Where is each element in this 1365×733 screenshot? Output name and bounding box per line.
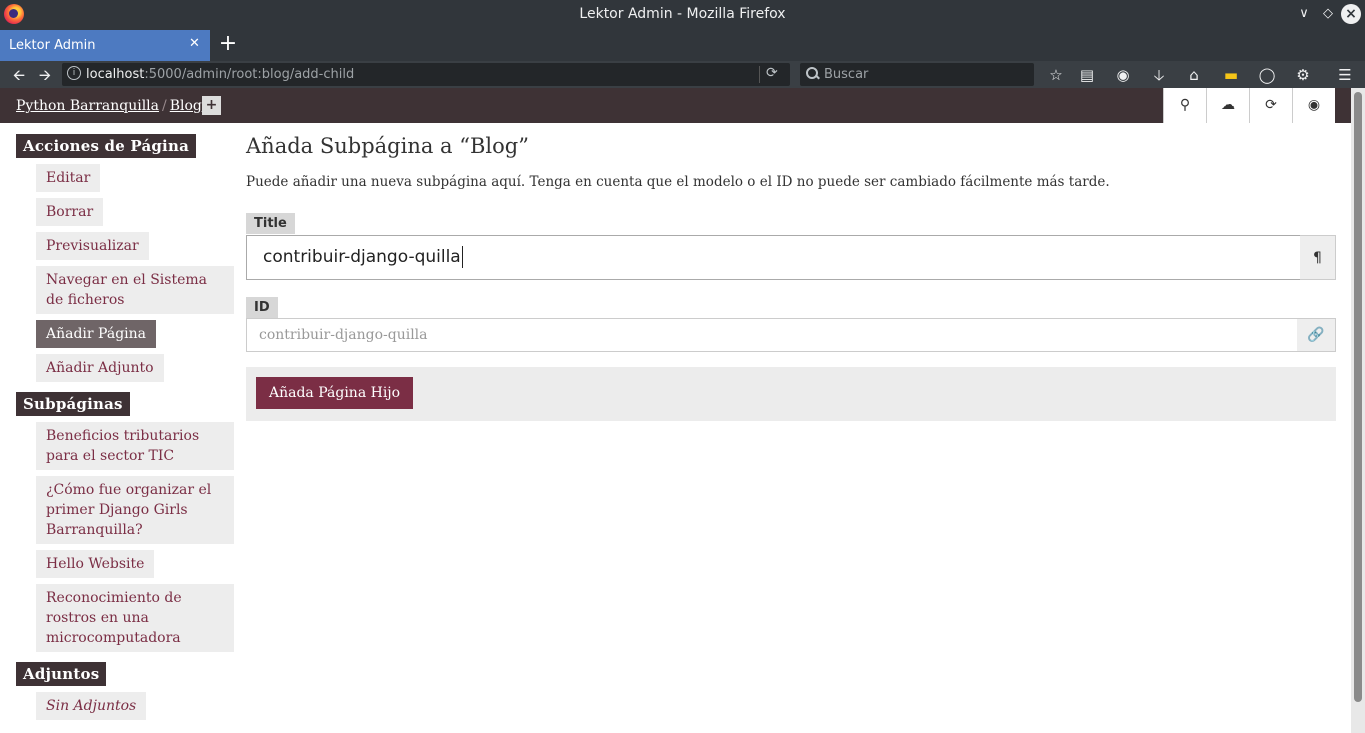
action-delete[interactable]: Borrar: [36, 198, 104, 226]
url-text[interactable]: localhost:5000/admin/root:blog/add-child: [86, 67, 354, 82]
action-browse-filesystem[interactable]: Navegar en el Sistema de ficheros: [36, 266, 234, 314]
attachments-heading: Adjuntos: [16, 662, 107, 686]
breadcrumb: Python Barranquilla / Blog: [16, 98, 202, 114]
action-add-attachment[interactable]: Añadir Adjunto: [36, 354, 164, 382]
preview-eye-icon[interactable]: ◉: [1292, 88, 1335, 123]
tab-label: Lektor Admin: [9, 38, 96, 53]
publish-cloud-icon[interactable]: ☁: [1206, 88, 1249, 123]
back-arrow-icon[interactable]: 🡨: [8, 64, 30, 86]
minimize-icon[interactable]: ∨: [1294, 4, 1314, 24]
action-edit[interactable]: Editar: [36, 164, 101, 192]
search-button[interactable]: ⚲: [1163, 88, 1206, 123]
pocket-icon[interactable]: ◉: [1112, 64, 1134, 86]
tab-lektor-admin[interactable]: Lektor Admin ✕: [0, 30, 210, 61]
download-arrow-icon[interactable]: 🡣: [1148, 64, 1170, 86]
help-text: Puede añadir una nueva subpágina aquí. T…: [246, 174, 1110, 190]
action-add-page[interactable]: Añadir Página: [36, 320, 156, 348]
link-icon[interactable]: 🔗: [1297, 318, 1336, 352]
globe-icon[interactable]: ◯: [1256, 64, 1278, 86]
scrollbar-thumb[interactable]: [1354, 92, 1362, 702]
list-item[interactable]: Beneficios tributarios para el sector TI…: [36, 422, 234, 470]
page-actions-heading: Acciones de Página: [16, 134, 196, 158]
window-titlebar: Lektor Admin - Mozilla Firefox ∨ ◇ ×: [0, 0, 1365, 29]
close-window-icon[interactable]: ×: [1341, 4, 1361, 24]
subpages-list: Beneficios tributarios para el sector TI…: [36, 422, 234, 652]
tools-icon[interactable]: ⚙: [1292, 64, 1314, 86]
search-input[interactable]: Buscar: [800, 63, 1034, 86]
tab-strip: Lektor Admin ✕ +: [0, 29, 1365, 61]
url-bar[interactable]: i localhost:5000/admin/root:blog/add-chi…: [62, 63, 790, 86]
maximize-icon[interactable]: ◇: [1318, 4, 1338, 24]
list-item[interactable]: Reconocimiento de rostros en una microco…: [36, 584, 234, 652]
page-actions-list: Editar Borrar Previsualizar Navegar en e…: [36, 164, 234, 382]
ruler-icon[interactable]: ▬: [1220, 64, 1242, 86]
action-preview[interactable]: Previsualizar: [36, 232, 149, 260]
list-item[interactable]: ¿Cómo fue organizar el primer Django Gir…: [36, 476, 234, 544]
sidebar: Acciones de Página Editar Borrar Previsu…: [16, 134, 234, 730]
pilcrow-icon[interactable]: ¶: [1300, 235, 1336, 280]
add-child-page-button[interactable]: Añada Página Hijo: [256, 377, 414, 409]
form-actions: Añada Página Hijo: [246, 367, 1336, 421]
tab-close-icon[interactable]: ✕: [189, 36, 200, 51]
lektor-header: Python Barranquilla / Blog + ⚲ ☁ ⟳ ◉: [0, 88, 1351, 123]
subpages-heading: Subpáginas: [16, 392, 130, 416]
refresh-icon[interactable]: ⟳: [1249, 88, 1292, 123]
list-item[interactable]: Hello Website: [36, 550, 155, 578]
id-input[interactable]: contribuir-django-quilla: [246, 318, 1298, 352]
title-field-label: Title: [246, 213, 295, 234]
info-icon[interactable]: i: [67, 66, 81, 80]
home-icon[interactable]: ⌂: [1183, 64, 1205, 86]
title-input[interactable]: contribuir-django-quilla: [246, 235, 1301, 280]
attachments-list: Sin Adjuntos: [36, 692, 234, 720]
bookmark-star-icon[interactable]: ☆: [1045, 64, 1067, 86]
page-title: Añada Subpágina a “Blog”: [246, 134, 529, 158]
forward-arrow-icon[interactable]: 🡪: [34, 64, 56, 86]
breadcrumb-blog-link[interactable]: Blog: [170, 98, 202, 114]
reload-icon[interactable]: ⟳: [766, 65, 778, 81]
no-attachments-item: Sin Adjuntos: [36, 692, 147, 720]
breadcrumb-root-link[interactable]: Python Barranquilla: [16, 98, 159, 114]
window-title: Lektor Admin - Mozilla Firefox: [579, 6, 786, 22]
search-placeholder: Buscar: [824, 67, 869, 82]
add-page-button[interactable]: +: [202, 96, 221, 115]
hamburger-menu-icon[interactable]: ☰: [1334, 64, 1356, 86]
new-tab-icon[interactable]: +: [218, 32, 238, 56]
main-content: Añada Subpágina a “Blog” Puede añadir un…: [246, 134, 1336, 421]
search-icon: [805, 65, 819, 79]
id-field-label: ID: [246, 297, 278, 318]
page-scrollbar[interactable]: [1351, 88, 1365, 733]
nav-toolbar: 🡨 🡪 i localhost:5000/admin/root:blog/add…: [0, 61, 1365, 88]
reading-list-icon[interactable]: ▤: [1076, 64, 1098, 86]
